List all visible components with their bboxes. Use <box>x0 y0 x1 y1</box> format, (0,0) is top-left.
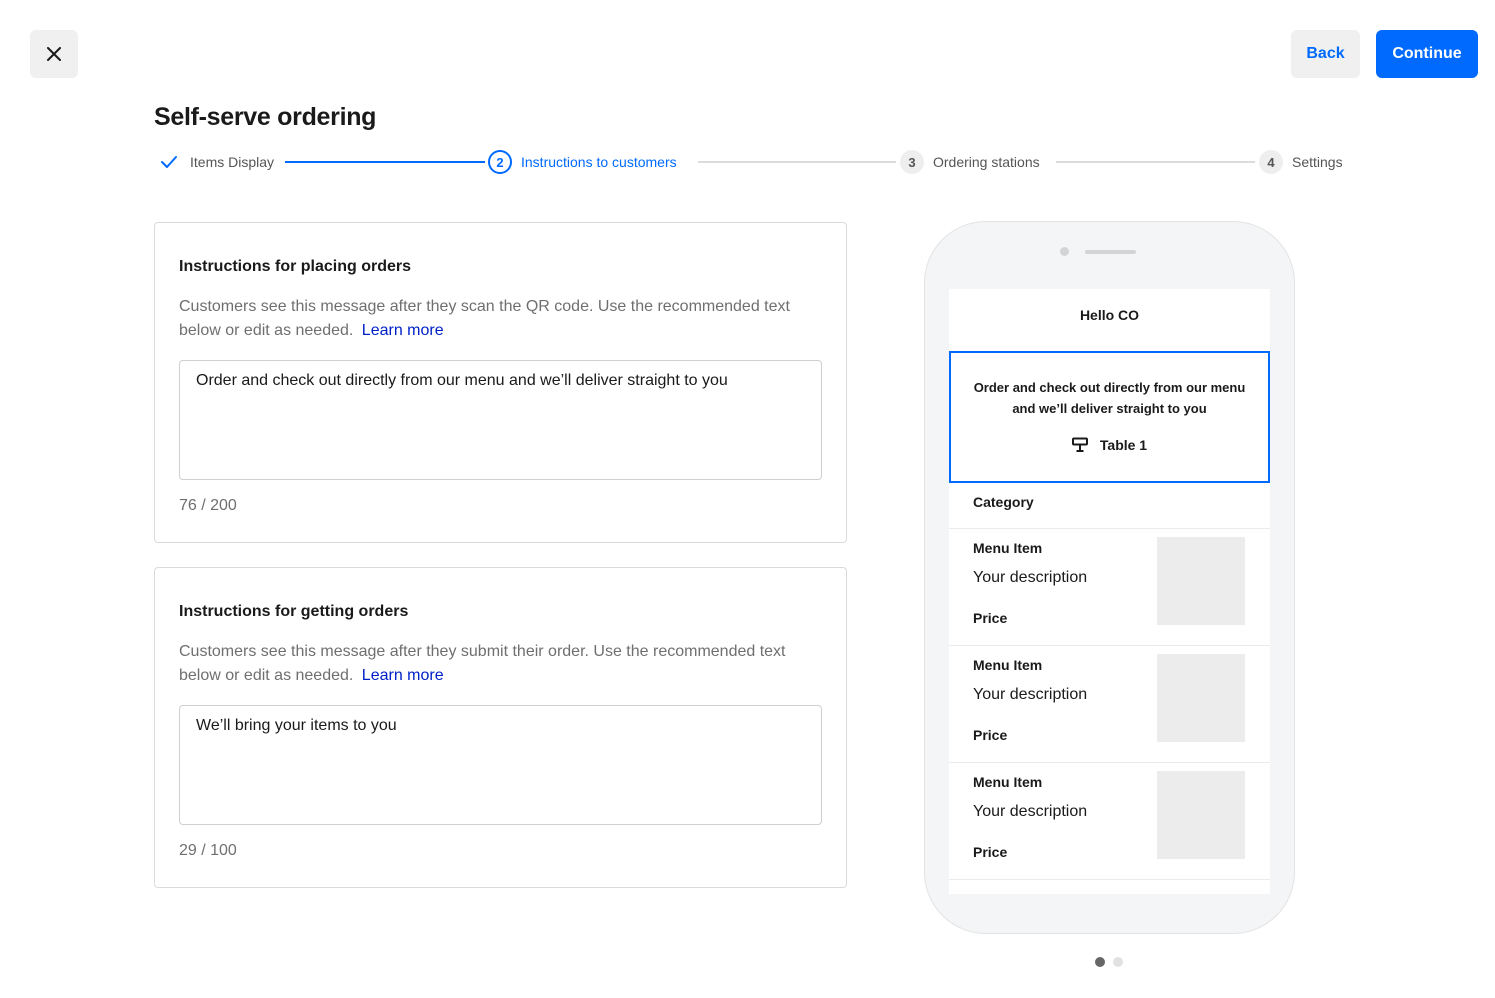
store-name: Hello CO <box>1079 307 1140 323</box>
phone-speaker <box>1085 250 1136 254</box>
continue-button[interactable]: Continue <box>1376 30 1478 78</box>
page-title: Self-serve ordering <box>154 103 377 131</box>
menu-item-description: Your description <box>973 686 1088 703</box>
menu-item-name: Menu Item <box>973 774 1043 790</box>
menu-item-name: Menu Item <box>973 657 1043 673</box>
table-icon <box>1071 437 1088 452</box>
character-counter: 76 / 200 <box>179 497 237 514</box>
menu-item-image-placeholder <box>1157 654 1245 742</box>
card-description: Customers see this message after they sc… <box>179 298 790 339</box>
menu-item-price: Price <box>973 844 1008 860</box>
category-label: Category <box>973 494 1034 510</box>
learn-more-link[interactable]: Learn more <box>362 667 444 684</box>
close-button[interactable] <box>30 30 78 78</box>
menu-item-name: Menu Item <box>973 540 1043 556</box>
back-button[interactable]: Back <box>1291 30 1360 78</box>
menu-item: Menu Item Your description Price <box>949 763 1270 880</box>
placing-orders-textarea[interactable]: Order and check out directly from our me… <box>179 360 822 480</box>
step-number: 3 <box>900 150 924 174</box>
getting-orders-textarea[interactable]: We’ll bring your items to you <box>179 705 822 825</box>
menu-item-price: Price <box>973 610 1008 626</box>
table-indicator: Table 1 <box>951 437 1268 453</box>
card-description: Customers see this message after they su… <box>179 643 786 684</box>
menu-item-price: Price <box>973 727 1008 743</box>
step-label: Items Display <box>190 154 275 170</box>
menu-item-description: Your description <box>973 803 1088 820</box>
character-counter: 29 / 100 <box>179 842 237 859</box>
instructions-banner: Order and check out directly from our me… <box>949 351 1270 483</box>
pagination-dot-1[interactable] <box>1095 957 1105 967</box>
step-number: 4 <box>1259 150 1283 174</box>
menu-item: Menu Item Your description Price <box>949 529 1270 646</box>
getting-orders-card: Instructions for getting orders Customer… <box>154 567 847 888</box>
learn-more-link[interactable]: Learn more <box>362 322 444 339</box>
phone-camera <box>1060 247 1069 256</box>
phone-preview: Hello CO Order and check out directly fr… <box>924 221 1295 934</box>
menu-item-image-placeholder <box>1157 537 1245 625</box>
menu-item: Menu Item Your description Price <box>949 646 1270 763</box>
card-title: Instructions for getting orders <box>179 603 409 620</box>
pagination-dot-2[interactable] <box>1113 957 1123 967</box>
step-connector <box>698 161 896 163</box>
card-title: Instructions for placing orders <box>179 258 412 275</box>
menu-item-image-placeholder <box>1157 771 1245 859</box>
phone-screen: Hello CO Order and check out directly fr… <box>949 289 1270 894</box>
banner-text: Order and check out directly from our me… <box>973 380 1246 416</box>
step-label: Settings <box>1292 154 1343 170</box>
step-items-display[interactable]: Items Display <box>160 148 274 176</box>
step-number: 2 <box>488 150 512 174</box>
step-connector <box>1056 161 1255 163</box>
placing-orders-card: Instructions for placing orders Customer… <box>154 222 847 543</box>
preview-pagination <box>1095 957 1123 967</box>
step-ordering-stations[interactable]: 3 Ordering stations <box>900 148 1040 176</box>
check-icon <box>161 156 177 168</box>
menu-item-description: Your description <box>973 569 1088 586</box>
progress-stepper: Items Display 2 Instructions to customer… <box>154 148 1354 176</box>
table-label: Table 1 <box>1099 437 1148 453</box>
step-label: Instructions to customers <box>521 154 677 170</box>
step-instructions[interactable]: 2 Instructions to customers <box>488 148 677 176</box>
step-connector <box>285 161 485 163</box>
close-icon <box>47 47 61 61</box>
step-label: Ordering stations <box>933 154 1040 170</box>
step-settings[interactable]: 4 Settings <box>1259 148 1343 176</box>
